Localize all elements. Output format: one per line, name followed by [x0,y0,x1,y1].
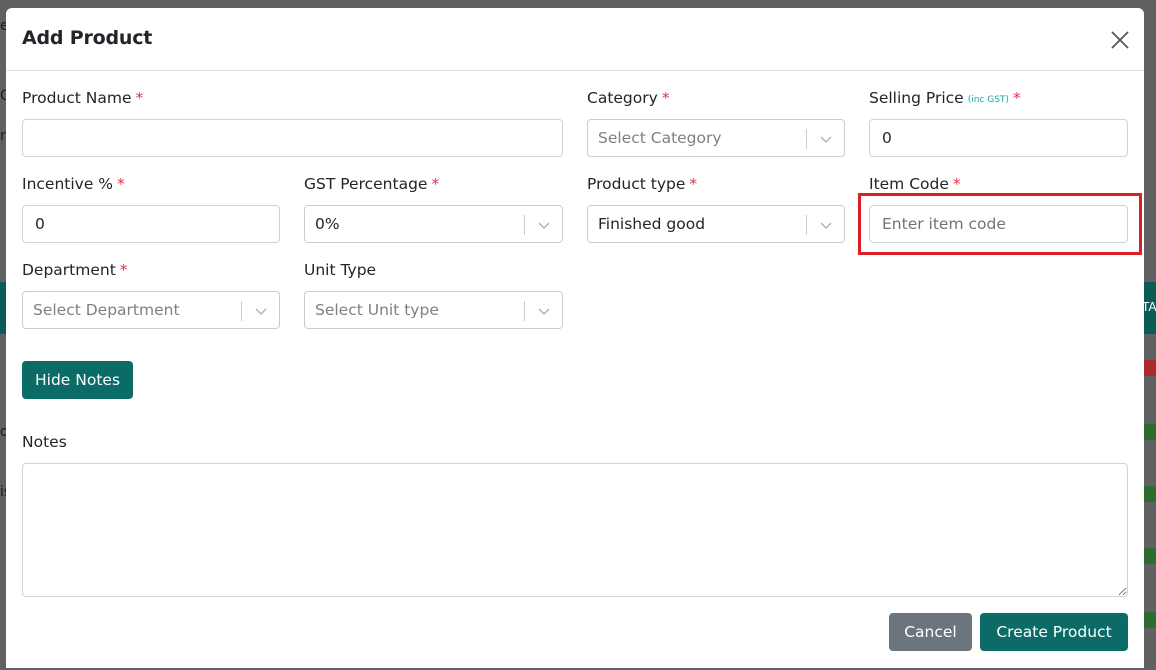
chevron-down-icon [820,136,832,144]
cancel-button[interactable]: Cancel [889,613,972,651]
selling-price-input[interactable] [869,119,1128,157]
required-asterisk: * [431,175,440,193]
product-name-input[interactable] [22,119,563,157]
unit-type-label: Unit Type [304,261,377,279]
required-asterisk: * [952,175,961,193]
product-type-select[interactable]: Finished good [587,205,845,243]
select-separator [806,129,807,149]
select-separator [806,215,807,235]
close-button[interactable] [1108,28,1132,52]
background-badge [1144,612,1156,628]
item-code-label: Item Code * [869,175,961,193]
inc-gst-note: (inc GST) [967,95,1009,105]
required-asterisk: * [117,175,125,193]
department-select[interactable]: Select Department [22,291,280,329]
gst-percentage-label: GST Percentage * [304,175,440,193]
close-icon [1111,31,1129,49]
hide-notes-button[interactable]: Hide Notes [22,361,133,399]
category-label: Category * [587,89,670,107]
product-type-label: Product type * [587,175,698,193]
modal-header: Add Product [6,8,1144,71]
select-separator [524,301,525,321]
gst-percentage-select[interactable]: 0% [304,205,563,243]
item-code-highlight [858,193,1142,255]
category-select[interactable]: Select Category [587,119,845,157]
required-asterisk: * [661,89,670,107]
gst-percentage-select-value: 0% [315,215,340,233]
add-product-modal: Add Product Product Name * Category * Sele… [6,8,1144,668]
background-text-fragment: TA [1142,300,1156,314]
background-badge [1144,548,1156,564]
unit-type-select-value: Select Unit type [315,301,439,319]
required-asterisk: * [689,175,698,193]
required-asterisk: * [1012,89,1021,107]
incentive-input[interactable] [22,205,280,243]
selling-price-label: Selling Price (inc GST) * [869,89,1021,107]
chevron-down-icon [255,308,267,316]
background-badge [1144,360,1156,376]
department-label: Department * [22,261,128,279]
chevron-down-icon [820,222,832,230]
department-select-value: Select Department [33,301,180,319]
required-asterisk: * [119,261,128,279]
modal-title: Add Product [22,27,153,49]
notes-textarea[interactable] [22,463,1128,597]
chevron-down-icon [538,308,550,316]
background-badge [1144,424,1156,440]
required-asterisk: * [135,89,144,107]
incentive-label: Incentive % * [22,175,125,193]
product-name-label: Product Name * [22,89,144,107]
product-type-select-value: Finished good [598,215,706,233]
unit-type-select[interactable]: Select Unit type [304,291,563,329]
background-badge [1144,486,1156,502]
create-product-button[interactable]: Create Product [980,613,1128,651]
select-separator [524,215,525,235]
select-separator [241,301,242,321]
category-select-value: Select Category [598,129,722,147]
notes-label: Notes [22,433,67,451]
chevron-down-icon [538,222,550,230]
